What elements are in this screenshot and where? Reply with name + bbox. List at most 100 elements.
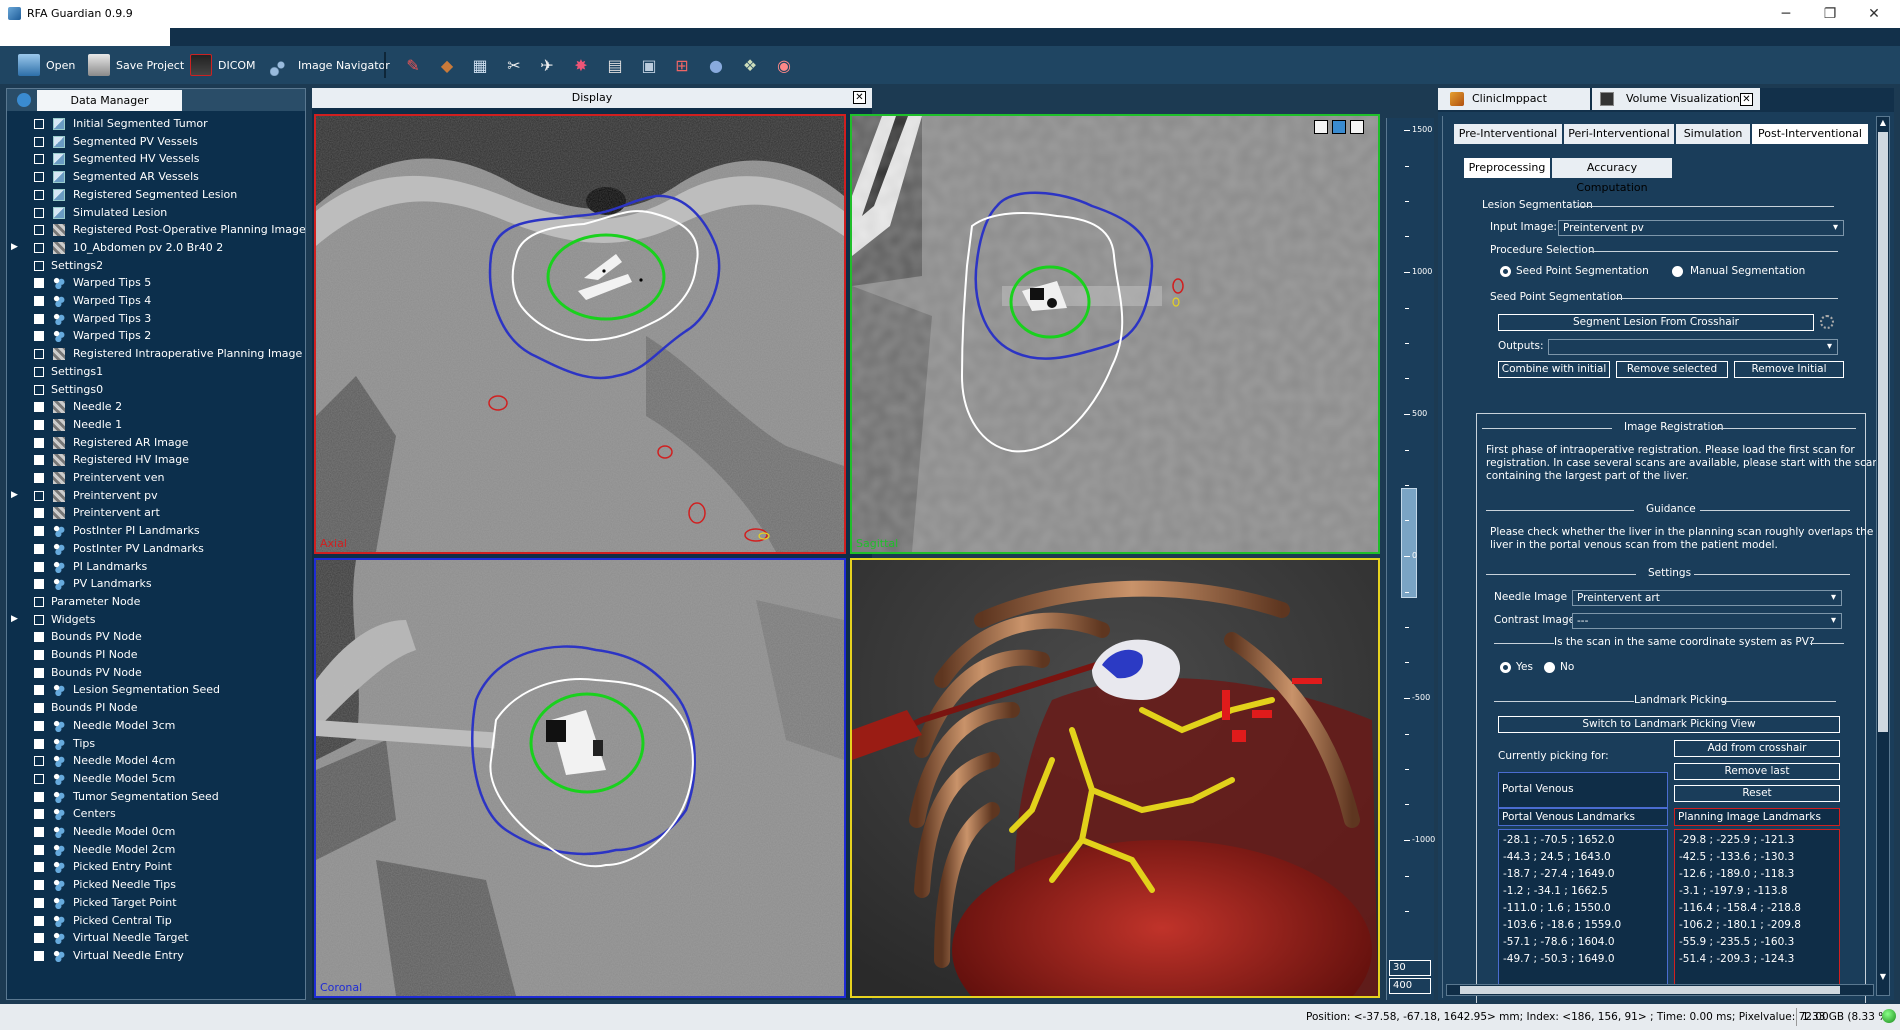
tree-item[interactable]: Registered AR Image bbox=[7, 434, 305, 452]
switch-landmark-view-button[interactable]: Switch to Landmark Picking View bbox=[1498, 716, 1840, 733]
display-close-button[interactable]: ✕ bbox=[853, 91, 866, 104]
pi-landmarks-list[interactable]: -29.8 ; -225.9 ; -121.3 -42.5 ; -133.6 ; … bbox=[1674, 829, 1840, 989]
tab-accuracy-computation[interactable]: Accuracy Computation bbox=[1552, 158, 1672, 194]
visibility-checkbox[interactable] bbox=[34, 844, 44, 855]
visibility-checkbox[interactable] bbox=[34, 756, 44, 767]
visibility-checkbox[interactable] bbox=[34, 242, 44, 253]
tree-item[interactable]: Warped Tips 4 bbox=[7, 292, 305, 310]
tree-item[interactable]: Tumor Segmentation Seed bbox=[7, 788, 305, 806]
tree-item[interactable]: Needle Model 2cm bbox=[7, 841, 305, 859]
tab-volume-visualization[interactable]: Volume Visualization bbox=[1592, 88, 1760, 110]
visibility-checkbox[interactable] bbox=[34, 543, 44, 554]
visibility-checkbox[interactable] bbox=[34, 933, 44, 944]
needle-image-combo[interactable]: Preintervent art bbox=[1572, 590, 1842, 606]
landmark-entry[interactable]: -106.2 ; -180.1 ; -209.8 bbox=[1679, 919, 1801, 931]
visibility-checkbox[interactable] bbox=[34, 136, 44, 147]
tree-item[interactable]: Needle 1 bbox=[7, 416, 305, 434]
visibility-checkbox[interactable] bbox=[34, 862, 44, 873]
visibility-checkbox[interactable] bbox=[34, 384, 44, 395]
tree-item[interactable]: Needle Model 5cm bbox=[7, 770, 305, 788]
no-radio[interactable] bbox=[1544, 662, 1555, 673]
visibility-checkbox[interactable] bbox=[34, 915, 44, 926]
window-field[interactable]: 400 bbox=[1389, 978, 1431, 994]
visibility-checkbox[interactable] bbox=[34, 508, 44, 519]
image-navigator-button[interactable]: Image Navigator bbox=[266, 51, 394, 79]
view-layout-icon[interactable] bbox=[1314, 120, 1328, 134]
tree-item[interactable]: Registered Post-Operative Planning Image bbox=[7, 221, 305, 239]
visibility-checkbox[interactable] bbox=[34, 172, 44, 183]
landmark-entry[interactable]: -103.6 ; -18.6 ; 1559.0 bbox=[1503, 919, 1621, 931]
view-options-icon[interactable] bbox=[1350, 120, 1364, 134]
tab-peri-interventional[interactable]: Peri-Interventional bbox=[1564, 124, 1674, 144]
horizontal-scroll-thumb[interactable] bbox=[1460, 986, 1840, 994]
visibility-checkbox[interactable] bbox=[34, 490, 44, 501]
tree-item[interactable]: Picked Central Tip bbox=[7, 912, 305, 930]
combine-with-initial-button[interactable]: Combine with initial bbox=[1498, 361, 1610, 378]
visibility-checkbox[interactable] bbox=[34, 278, 44, 289]
visibility-checkbox[interactable] bbox=[34, 827, 44, 837]
level-window-slider[interactable]: 1500 1000 500 0 -500 -1000 30 400 bbox=[1386, 118, 1435, 1000]
tree-item[interactable]: Segmented PV Vessels bbox=[7, 133, 305, 151]
visibility-checkbox[interactable] bbox=[34, 596, 44, 607]
tree-item[interactable]: Virtual Needle Target bbox=[7, 929, 305, 947]
visibility-checkbox[interactable] bbox=[34, 349, 44, 360]
visibility-checkbox[interactable] bbox=[34, 154, 44, 165]
registration-icon[interactable]: ⊞ bbox=[669, 52, 695, 78]
expand-arrow-icon[interactable]: ▶ bbox=[11, 611, 18, 628]
data-manager-tab[interactable]: Data Manager bbox=[37, 90, 182, 111]
visibility-checkbox[interactable] bbox=[34, 526, 44, 537]
close-window-button[interactable]: ✕ bbox=[1852, 3, 1896, 25]
layers-icon[interactable]: ❖ bbox=[737, 52, 763, 78]
tree-item[interactable]: Centers bbox=[7, 805, 305, 823]
tree-item[interactable]: Picked Needle Tips bbox=[7, 876, 305, 894]
maximize-button[interactable]: ❐ bbox=[1808, 3, 1852, 25]
visibility-checkbox[interactable] bbox=[34, 455, 44, 466]
visibility-checkbox[interactable] bbox=[34, 773, 44, 784]
contrast-image-combo[interactable]: --- bbox=[1572, 613, 1842, 629]
tree-item[interactable]: PostInter PI Landmarks bbox=[7, 522, 305, 540]
view-maximize-icon[interactable] bbox=[1332, 120, 1346, 134]
landmark-entry[interactable]: -18.7 ; -27.4 ; 1649.0 bbox=[1503, 868, 1615, 880]
landmark-entry[interactable]: -55.9 ; -235.5 ; -160.3 bbox=[1679, 936, 1794, 948]
tree-item[interactable]: Bounds PV Node bbox=[7, 664, 305, 682]
visibility-checkbox[interactable] bbox=[34, 561, 44, 572]
visibility-checkbox[interactable] bbox=[34, 632, 44, 643]
visibility-checkbox[interactable] bbox=[34, 437, 44, 448]
scroll-thumb[interactable] bbox=[1878, 132, 1888, 732]
tree-item[interactable]: Simulated Lesion bbox=[7, 204, 305, 222]
landmark-entry[interactable]: -12.6 ; -189.0 ; -118.3 bbox=[1679, 868, 1794, 880]
tree-item[interactable]: Needle Model 0cm bbox=[7, 823, 305, 841]
navigation-icon[interactable]: ✈ bbox=[534, 52, 560, 78]
eye-icon[interactable]: ◉ bbox=[771, 52, 797, 78]
visibility-checkbox[interactable] bbox=[34, 650, 44, 660]
tree-item[interactable]: Bounds PV Node bbox=[7, 628, 305, 646]
landmark-entry[interactable]: -49.7 ; -50.3 ; 1649.0 bbox=[1503, 953, 1615, 965]
tree-item[interactable]: Warped Tips 3 bbox=[7, 310, 305, 328]
tree-item[interactable]: Tips bbox=[7, 735, 305, 753]
visibility-checkbox[interactable] bbox=[34, 667, 44, 678]
add-from-crosshair-button[interactable]: Add from crosshair bbox=[1674, 740, 1840, 757]
landmark-entry[interactable]: -28.1 ; -70.5 ; 1652.0 bbox=[1503, 834, 1615, 846]
tree-item[interactable]: PostInter PV Landmarks bbox=[7, 540, 305, 558]
tree-item[interactable]: Settings1 bbox=[7, 363, 305, 381]
visibility-checkbox[interactable] bbox=[34, 950, 44, 961]
landmark-entry[interactable]: -57.1 ; -78.6 ; 1604.0 bbox=[1503, 936, 1615, 948]
minimize-button[interactable]: ─ bbox=[1764, 3, 1808, 25]
visibility-checkbox[interactable] bbox=[34, 296, 44, 306]
pv-landmarks-list[interactable]: -28.1 ; -70.5 ; 1652.0 -44.3 ; 24.5 ; 164… bbox=[1498, 829, 1668, 989]
tree-item[interactable]: Preintervent art bbox=[7, 504, 305, 522]
tree-item[interactable]: Registered Segmented Lesion bbox=[7, 186, 305, 204]
visibility-checkbox[interactable] bbox=[34, 614, 44, 625]
tree-item[interactable]: Registered HV Image bbox=[7, 451, 305, 469]
tree-item[interactable]: Warped Tips 5 bbox=[7, 274, 305, 292]
tree-item[interactable]: Bounds PI Node bbox=[7, 646, 305, 664]
seed-point-radio[interactable] bbox=[1500, 266, 1511, 277]
tree-item[interactable]: Parameter Node bbox=[7, 593, 305, 611]
liver-icon[interactable]: ◆ bbox=[434, 52, 460, 78]
tree-item[interactable]: Picked Target Point bbox=[7, 894, 305, 912]
remove-selected-button[interactable]: Remove selected bbox=[1616, 361, 1728, 378]
visibility-checkbox[interactable] bbox=[34, 685, 44, 696]
tree-item[interactable]: Settings0 bbox=[7, 381, 305, 399]
visibility-checkbox[interactable] bbox=[34, 579, 44, 590]
visibility-checkbox[interactable] bbox=[34, 207, 44, 218]
